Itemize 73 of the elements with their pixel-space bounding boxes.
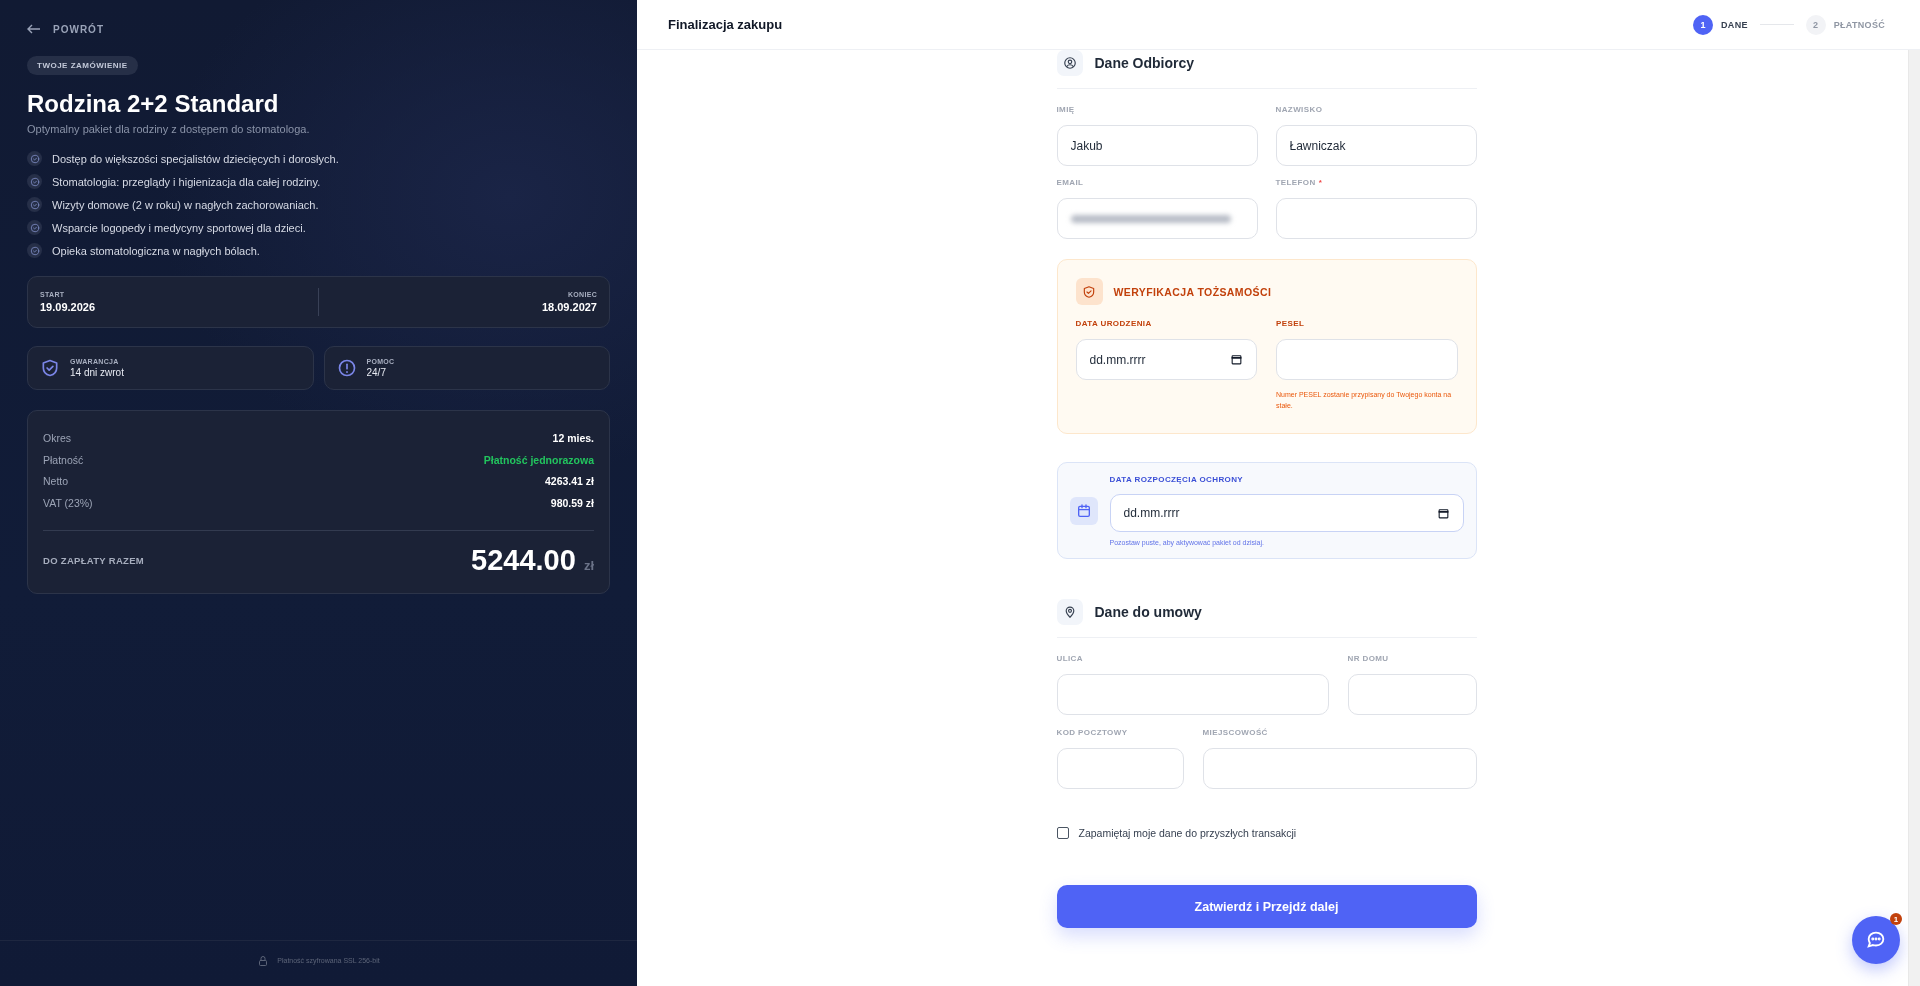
chat-button[interactable] <box>1852 916 1900 964</box>
field-label: IMIĘ <box>1056 105 1076 116</box>
calendar-icon <box>1436 506 1450 520</box>
section-title: Dane Odbiorcy <box>1094 55 1195 71</box>
info-value: 14 dni zwrot <box>70 367 124 378</box>
start-date: 19.09.2026 <box>40 301 97 313</box>
price-value: Płatność jednorazowa <box>483 453 594 466</box>
input-field[interactable] <box>1056 748 1184 789</box>
date-input[interactable]: dd.mm.rrrr <box>1109 494 1464 532</box>
package-title: Rodzina 2+2 Standard <box>27 89 280 119</box>
check-icon <box>27 220 42 235</box>
shield-icon <box>40 358 60 378</box>
field-label: TELEFON <box>1275 178 1316 189</box>
order-badge: TWOJE ZAMÓWIENIE <box>27 56 138 75</box>
price-value: 4263.41 zł <box>544 475 594 488</box>
field-label: DATA ROZPOCZĘCIA OCHRONY <box>1109 475 1245 486</box>
input-field[interactable] <box>1202 748 1477 789</box>
price-label: Płatność <box>43 453 84 466</box>
field-label: DATA URODZENIA <box>1075 319 1153 330</box>
price-label: Okres <box>43 431 71 444</box>
alert-icon <box>336 358 357 378</box>
input-field[interactable] <box>1056 198 1258 239</box>
price-value: 12 mies. <box>552 431 594 444</box>
lock-icon <box>257 954 270 967</box>
verification-title: WERYFIKACJA TOŻSAMOŚCI <box>1113 285 1272 298</box>
field-label: KOD POCZTOWY <box>1056 728 1129 739</box>
feature-text: Wizyty domowe (2 w roku) w nagłych zachorowaniach. <box>52 198 319 211</box>
feature-text: Wsparcie logopedy i medycyny sportowej dla dzieci. <box>52 221 306 234</box>
checkbox-label: Zapamiętaj moje dane do przyszłych transakcji <box>1078 827 1297 839</box>
price-label: Netto <box>43 475 69 488</box>
check-icon <box>27 243 42 258</box>
feature-text: Opieka stomatologiczna w nagłych bólach. <box>52 244 260 257</box>
input-field[interactable] <box>1347 674 1477 715</box>
price-label: VAT (23%) <box>43 496 93 509</box>
currency-label: zł <box>583 558 594 574</box>
total-label: DO ZAPŁATY RAZEM <box>43 555 145 567</box>
field-label: NR DOMU <box>1347 654 1390 665</box>
check-icon <box>27 197 42 212</box>
field-label: EMAIL <box>1056 178 1085 189</box>
calendar-icon <box>1230 353 1243 366</box>
back-link[interactable]: POWRÓT <box>27 20 104 38</box>
step-indicator: 1 DANE <box>1693 14 1748 35</box>
location-pin-icon <box>1056 599 1083 625</box>
package-subtitle: Optymalny pakiet dla rodziny z dostępem do stomatologa. <box>27 123 311 135</box>
submit-button[interactable]: Zatwierdź i Przejdź dalej <box>1056 885 1477 928</box>
input-field[interactable] <box>1276 339 1458 380</box>
field-label: NAZWISKO <box>1275 105 1324 116</box>
field-label: ULICA <box>1056 654 1084 665</box>
step-indicator: 2 PŁATNOŚĆ <box>1805 14 1885 35</box>
section-title: Dane do umowy <box>1094 604 1202 620</box>
input-field[interactable]: Ławniczak <box>1275 125 1477 166</box>
input-field[interactable] <box>1056 674 1329 715</box>
check-icon <box>27 174 42 189</box>
feature-text: Dostęp do większości specjalistów dziecięcych i dorosłych. <box>52 152 339 165</box>
price-value: 980.59 zł <box>550 496 594 509</box>
calendar-icon <box>1069 496 1098 525</box>
check-icon <box>27 151 42 166</box>
total-amount: 5244.00 <box>471 544 576 578</box>
date-input[interactable]: dd.mm.rrrr <box>1075 339 1257 380</box>
notification-badge: 1 <box>1890 913 1902 925</box>
info-value: 24/7 <box>366 367 387 378</box>
shield-icon <box>1075 278 1103 305</box>
field-label: PESEL <box>1276 319 1306 330</box>
checkbox[interactable] <box>1056 827 1069 839</box>
input-field[interactable] <box>1275 198 1477 239</box>
page-title: Finalizacja zakupu <box>668 17 783 32</box>
chat-icon <box>1865 929 1887 951</box>
end-date: 18.09.2027 <box>541 301 597 313</box>
back-arrow-icon <box>27 24 41 34</box>
required-mark: * <box>1318 178 1323 189</box>
field-label: MIEJSCOWOŚĆ <box>1202 728 1269 739</box>
feature-text: Stomatologia: przeglądy i higienizacja dla całej rodziny. <box>52 175 321 188</box>
input-field[interactable]: Jakub <box>1056 125 1258 166</box>
